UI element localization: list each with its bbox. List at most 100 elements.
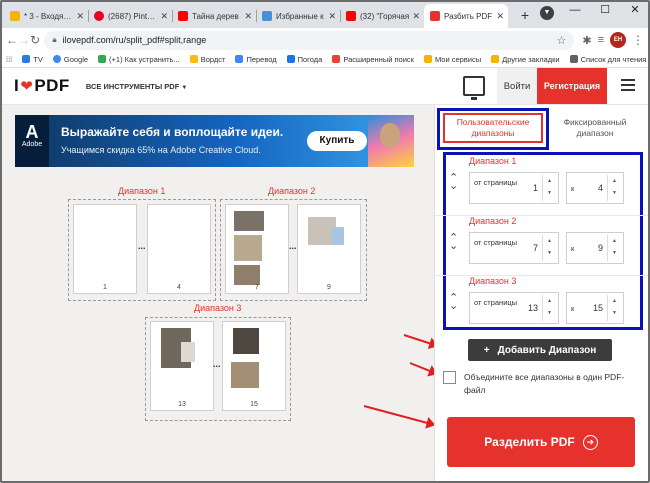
from-page-input[interactable]: от страницы 1 ▲ ▼ — [469, 172, 559, 204]
page-number: 1 — [103, 284, 107, 291]
stepper-icon[interactable]: ▲ ▼ — [542, 235, 556, 261]
close-icon[interactable]: ✕ — [76, 11, 84, 22]
stepper-icon[interactable]: ▲ ▼ — [607, 175, 621, 201]
merge-ranges-checkbox[interactable] — [443, 371, 456, 384]
stepper-icon[interactable]: ▲ ▼ — [542, 295, 556, 321]
bookmark-item[interactable]: Погода — [286, 55, 322, 64]
page-thumbnail: 13 — [150, 321, 214, 411]
reload-icon[interactable]: ↻ — [30, 33, 40, 47]
photo-thumbnail — [234, 235, 262, 261]
browser-menu-icon[interactable]: ⋮ — [632, 33, 644, 47]
extensions-puzzle-icon[interactable]: ✱ — [582, 34, 591, 47]
to-page-input[interactable]: к 9 ▲ ▼ — [566, 232, 624, 264]
window-controls: — ☐ ✕ — [560, 0, 650, 22]
tab-favicon-icon — [94, 11, 104, 21]
range-group-label: Диапазон 2 — [268, 186, 316, 196]
tab-favicon-icon — [178, 11, 188, 21]
to-page-label: к — [571, 304, 575, 313]
photo-thumbnail — [231, 362, 259, 388]
to-page-value: 9 — [597, 243, 603, 253]
to-page-value: 15 — [592, 303, 603, 313]
maximize-button[interactable]: ☐ — [590, 0, 620, 22]
browser-tab[interactable]: * 3 - Входящие ✕ — [4, 4, 88, 28]
photo-thumbnail — [234, 211, 264, 231]
from-page-input[interactable]: от страницы 13 ▲ ▼ — [469, 292, 559, 324]
bookmark-item[interactable]: Google — [52, 54, 89, 64]
ad-buy-button[interactable]: Купить — [307, 131, 367, 151]
merge-ranges-label: Объедините все диапазоны в один PDF-файл — [464, 372, 625, 395]
drag-handle-icon[interactable]: ⌃ ⌄ — [449, 173, 458, 192]
bookmark-item[interactable]: (+1) Как устранить... — [98, 55, 180, 64]
new-tab-button[interactable]: + — [514, 4, 536, 26]
bookmark-item[interactable]: Расширенный поиск — [332, 55, 414, 64]
browser-tab[interactable]: Избранные к ✕ — [256, 4, 340, 28]
browser-tab[interactable]: (32) "Горячая ✕ — [340, 4, 424, 28]
close-icon[interactable]: ✕ — [328, 11, 336, 22]
ad-subline: Учащимся скидка 65% на Adobe Creative Cl… — [61, 145, 261, 155]
drag-handle-icon[interactable]: ⌃ ⌄ — [449, 293, 458, 312]
to-page-input[interactable]: к 4 ▲ ▼ — [566, 172, 624, 204]
split-pdf-button[interactable]: Разделить PDF ➔ — [447, 417, 635, 467]
from-page-value: 13 — [527, 303, 538, 313]
tab-title: Разбить PDF — [444, 11, 493, 21]
stepper-icon[interactable]: ▲ ▼ — [607, 235, 621, 261]
page-number: 15 — [250, 401, 258, 408]
stepper-icon[interactable]: ▲ ▼ — [542, 175, 556, 201]
annotation-arrow — [403, 334, 437, 347]
fixed-range-button[interactable]: Фиксированный диапазон — [549, 113, 641, 143]
ellipsis: ... — [289, 241, 297, 251]
custom-ranges-button[interactable]: Пользовательские диапазоны — [443, 113, 543, 143]
desktop-app-icon[interactable] — [463, 76, 485, 100]
apps-icon[interactable]: ⁞⁞⁞ — [6, 55, 12, 64]
bookmark-star-icon[interactable]: ☆ — [556, 34, 566, 47]
reading-list[interactable]: Список для чтения — [569, 55, 646, 64]
adobe-ad-banner[interactable]: A Adobe Выражайте себя и воплощайте идеи.… — [15, 115, 414, 167]
bookmark-item[interactable]: Мои сервисы — [423, 55, 481, 64]
stepper-icon[interactable]: ▲ ▼ — [607, 295, 621, 321]
reading-list-icon[interactable]: ≡ — [598, 34, 604, 46]
browser-tab-active[interactable]: Разбить PDF ✕ — [424, 4, 508, 28]
range-title: Диапазон 1 — [469, 156, 517, 166]
back-arrow-icon[interactable]: ← — [6, 33, 18, 47]
ellipsis: ... — [138, 241, 146, 251]
close-icon[interactable]: ✕ — [496, 11, 504, 22]
browser-tab-strip: * 3 - Входящие✕ (2687) Pinterest✕ Тайна … — [0, 0, 650, 28]
bookmark-icon — [332, 55, 341, 63]
drag-handle-icon[interactable]: ⌃ ⌄ — [449, 233, 458, 252]
logo-text-pdf: PDF — [34, 76, 70, 95]
all-tools-label: ВСЕ ИНСТРУМЕНТЫ PDF — [85, 81, 180, 91]
lock-icon[interactable]: 🔒︎ — [52, 35, 56, 45]
photo-thumbnail — [332, 227, 344, 245]
to-page-input[interactable]: к 15 ▲ ▼ — [566, 292, 624, 324]
heart-icon: ❤ — [20, 78, 34, 95]
other-bookmarks[interactable]: Другие закладки — [491, 55, 560, 64]
browser-tab[interactable]: Тайна дерев ✕ — [172, 4, 256, 28]
hamburger-menu-icon[interactable] — [621, 79, 635, 91]
bookmark-label: Google — [63, 54, 89, 64]
bookmark-item[interactable]: TV — [22, 55, 43, 64]
tab-search-icon[interactable]: ▼ — [540, 6, 554, 20]
ilovepdf-logo[interactable]: I ❤ PDF — [14, 76, 70, 96]
add-range-button[interactable]: + Добавить Диапазон — [468, 339, 612, 361]
browser-tab[interactable]: (2687) Pinterest✕ — [88, 4, 172, 28]
from-page-input[interactable]: от страницы 7 ▲ ▼ — [469, 232, 559, 264]
address-bar[interactable]: 🔒︎ ilovepdf.com/ru/split_pdf#split,range… — [44, 30, 575, 50]
login-button[interactable]: Войти — [497, 68, 537, 104]
register-button[interactable]: Регистрация — [537, 68, 607, 104]
page-thumbnail: 1 — [73, 204, 137, 294]
profile-avatar[interactable]: ЕН — [610, 32, 626, 48]
close-icon[interactable]: ✕ — [160, 11, 168, 22]
bookmark-item[interactable]: Вордст — [189, 55, 225, 64]
page-number: 4 — [177, 284, 181, 291]
reading-list-icon — [569, 55, 578, 63]
close-window-button[interactable]: ✕ — [620, 0, 650, 22]
all-tools-menu[interactable]: ВСЕ ИНСТРУМЕНТЫ PDF ▼ — [86, 82, 187, 91]
minimize-button[interactable]: — — [560, 0, 590, 22]
forward-arrow-icon[interactable]: → — [18, 33, 30, 47]
bookmark-label: (+1) Как устранить... — [109, 54, 180, 64]
page-number: 7 — [255, 284, 259, 291]
close-icon[interactable]: ✕ — [244, 11, 252, 22]
photo-thumbnail — [181, 342, 195, 362]
bookmark-item[interactable]: Перевод — [235, 55, 277, 64]
close-icon[interactable]: ✕ — [412, 11, 420, 22]
